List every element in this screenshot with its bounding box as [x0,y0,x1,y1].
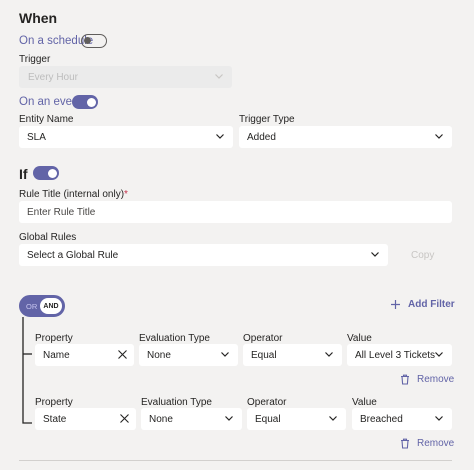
evaluation-type-select[interactable]: None [139,344,238,366]
rule-title-label-text: Rule Title (internal only) [19,189,125,200]
chevron-down-icon [435,416,443,421]
trigger-type-value: Added [247,131,276,143]
divider [19,460,452,461]
value-value: Breached [360,413,403,425]
add-filter-label: Add Filter [408,299,455,310]
operator-value: Equal [255,413,281,425]
chevron-down-icon [221,352,229,357]
chevron-down-icon [371,252,379,257]
plus-icon [391,300,400,309]
evaluation-type-label: Evaluation Type [141,397,212,408]
value-select[interactable]: Breached [352,408,452,430]
entity-name-select[interactable]: SLA [19,126,233,148]
rule-title-placeholder: Enter Rule Title [27,206,96,218]
operator-label: Operator [247,397,287,408]
entity-name-label: Entity Name [19,114,74,125]
toggle-knob [47,168,57,178]
or-option[interactable]: OR [26,302,37,311]
evaluation-type-label: Evaluation Type [139,333,210,344]
and-option[interactable]: AND [40,298,62,314]
chevron-down-icon [329,416,337,421]
trigger-select: Every Hour [19,66,232,88]
if-toggle[interactable] [33,166,59,180]
property-label: Property [35,397,73,408]
property-input[interactable]: Name [35,344,134,366]
event-toggle[interactable] [72,95,98,109]
copy-button[interactable]: Copy [411,250,434,261]
remove-button[interactable]: Remove [400,374,454,385]
remove-label: Remove [417,438,455,449]
operator-select[interactable]: Equal [243,344,342,366]
trigger-value: Every Hour [28,71,79,83]
global-rules-label: Global Rules [19,232,77,243]
rule-title-input[interactable]: Enter Rule Title [19,201,452,223]
value-select[interactable]: All Level 3 Tickets [347,344,452,366]
remove-label: Remove [417,374,455,385]
schedule-toggle[interactable] [81,34,107,48]
operator-select[interactable]: Equal [247,408,346,430]
chevron-down-icon [325,352,333,357]
chevron-down-icon [435,134,443,139]
if-heading: If [19,166,28,182]
trash-icon [401,374,409,385]
entity-name-value: SLA [27,131,46,143]
trigger-type-label: Trigger Type [239,114,295,125]
close-icon[interactable] [119,413,130,424]
trash-icon [401,438,409,449]
toggle-knob [84,37,91,44]
add-filter-button[interactable]: Add Filter [390,299,455,310]
evaluation-type-value: None [147,349,171,361]
chevron-down-icon [215,74,223,79]
property-value: Name [43,349,70,361]
remove-button[interactable]: Remove [400,438,454,449]
global-rules-placeholder: Select a Global Rule [27,249,119,261]
chevron-down-icon [435,352,443,357]
operator-value: Equal [251,349,277,361]
close-icon[interactable] [117,349,128,360]
and-or-switch[interactable]: OR AND [19,295,65,317]
property-input[interactable]: State [35,408,136,430]
evaluation-type-value: None [149,413,173,425]
chevron-down-icon [216,134,224,139]
chevron-down-icon [225,416,233,421]
evaluation-type-select[interactable]: None [141,408,242,430]
property-value: State [43,413,67,425]
global-rules-select[interactable]: Select a Global Rule [19,244,388,266]
property-label: Property [35,333,73,344]
when-heading: When [19,10,58,26]
value-label: Value [347,333,372,344]
toggle-knob [86,97,96,107]
trigger-label: Trigger [19,54,51,65]
required-mark: * [124,189,128,200]
operator-label: Operator [243,333,283,344]
rule-title-label: Rule Title (internal only)* [19,189,128,200]
value-value: All Level 3 Tickets [355,349,436,361]
value-label: Value [352,397,377,408]
trigger-type-select[interactable]: Added [239,126,452,148]
